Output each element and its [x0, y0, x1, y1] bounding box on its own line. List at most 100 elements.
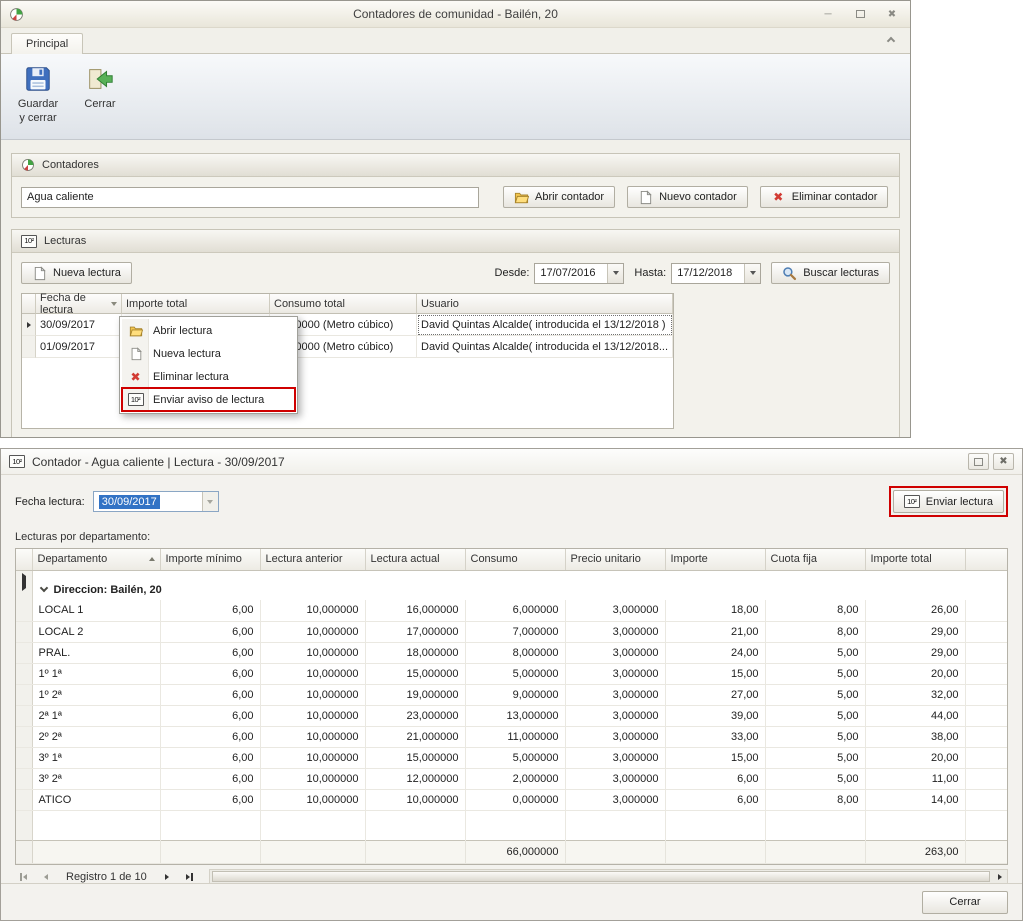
precio-unitario-cell[interactable]: 3,000000: [565, 747, 665, 768]
importe-minimo-cell[interactable]: 6,00: [160, 768, 260, 789]
menu-item-enviar-aviso-de-lectura[interactable]: 10² Enviar aviso de lectura: [122, 388, 295, 411]
importe-cell[interactable]: 24,00: [665, 642, 765, 663]
abrir-contador-button[interactable]: Abrir contador: [503, 186, 615, 208]
precio-unitario-cell[interactable]: 3,000000: [565, 663, 665, 684]
departamento-row[interactable]: 3º 1ª 6,00 10,000000 15,000000 5,000000 …: [16, 747, 1007, 768]
departamento-row[interactable]: PRAL. 6,00 10,000000 18,000000 8,000000 …: [16, 642, 1007, 663]
cuota-fija-cell[interactable]: 5,00: [765, 747, 865, 768]
col-departamento[interactable]: Departamento: [32, 549, 160, 570]
cuota-fija-cell[interactable]: 8,00: [765, 600, 865, 621]
departamento-cell[interactable]: 3º 2ª: [32, 768, 160, 789]
importe-cell[interactable]: 33,00: [665, 726, 765, 747]
filter-icon[interactable]: [111, 302, 117, 306]
departamento-cell[interactable]: 1º 1ª: [32, 663, 160, 684]
maximize-button[interactable]: [968, 453, 989, 470]
importe-minimo-cell[interactable]: 6,00: [160, 789, 260, 810]
departamento-cell[interactable]: 3º 1ª: [32, 747, 160, 768]
importe-cell[interactable]: 39,00: [665, 705, 765, 726]
col-importe-total[interactable]: Importe total: [865, 549, 965, 570]
importe-total-cell[interactable]: 14,00: [865, 789, 965, 810]
cuota-fija-cell[interactable]: 5,00: [765, 705, 865, 726]
group-row[interactable]: Direccion: Bailén, 20: [16, 570, 1007, 600]
importe-total-cell[interactable]: 20,00: [865, 663, 965, 684]
col-consumo[interactable]: Consumo: [465, 549, 565, 570]
departamento-cell[interactable]: PRAL.: [32, 642, 160, 663]
importe-total-cell[interactable]: 32,00: [865, 684, 965, 705]
importe-total-cell[interactable]: 20,00: [865, 747, 965, 768]
eliminar-contador-button[interactable]: ✖ Eliminar contador: [760, 186, 889, 208]
nuevo-contador-button[interactable]: Nuevo contador: [627, 186, 748, 208]
departamento-row[interactable]: ATICO 6,00 10,000000 10,000000 0,000000 …: [16, 789, 1007, 810]
titlebar[interactable]: Contadores de comunidad - Bailén, 20 ─ ✖: [1, 1, 910, 28]
importe-total-cell[interactable]: 26,00: [865, 600, 965, 621]
importe-minimo-cell[interactable]: 6,00: [160, 642, 260, 663]
cuota-fija-cell[interactable]: 5,00: [765, 663, 865, 684]
importe-minimo-cell[interactable]: 6,00: [160, 726, 260, 747]
importe-total-cell[interactable]: 29,00: [865, 621, 965, 642]
importe-minimo-cell[interactable]: 6,00: [160, 621, 260, 642]
fecha-cell[interactable]: 30/09/2017: [36, 314, 122, 336]
lectura-anterior-cell[interactable]: 10,000000: [260, 726, 365, 747]
consumo-cell[interactable]: 8,000000: [465, 642, 565, 663]
fecha-lectura-input[interactable]: 30/09/2017: [93, 491, 219, 512]
consumo-cell[interactable]: 6,000000: [465, 600, 565, 621]
nueva-lectura-button[interactable]: Nueva lectura: [21, 262, 132, 284]
lectura-anterior-cell[interactable]: 10,000000: [260, 747, 365, 768]
horizontal-scrollbar[interactable]: [209, 869, 1008, 884]
cuota-fija-cell[interactable]: 8,00: [765, 621, 865, 642]
importe-total-cell[interactable]: 29,00: [865, 642, 965, 663]
lectura-actual-cell[interactable]: 21,000000: [365, 726, 465, 747]
col-consumo-total[interactable]: Consumo total: [270, 294, 417, 314]
dropdown-icon[interactable]: [202, 492, 218, 511]
cuota-fija-cell[interactable]: 5,00: [765, 642, 865, 663]
contador-name-input[interactable]: Agua caliente: [21, 187, 479, 208]
scrollbar-thumb[interactable]: [212, 871, 990, 882]
lectura-actual-cell[interactable]: 15,000000: [365, 747, 465, 768]
last-record-button[interactable]: [181, 869, 198, 884]
importe-cell[interactable]: 21,00: [665, 621, 765, 642]
departamento-cell[interactable]: LOCAL 1: [32, 600, 160, 621]
enviar-lectura-button[interactable]: 10² Enviar lectura: [893, 490, 1004, 513]
col-lectura-actual[interactable]: Lectura actual: [365, 549, 465, 570]
hasta-date-input[interactable]: 17/12/2018: [671, 263, 761, 284]
precio-unitario-cell[interactable]: 3,000000: [565, 705, 665, 726]
cuota-fija-cell[interactable]: 5,00: [765, 726, 865, 747]
col-importe-total[interactable]: Importe total: [122, 294, 270, 314]
precio-unitario-cell[interactable]: 3,000000: [565, 684, 665, 705]
col-cuota-fija[interactable]: Cuota fija: [765, 549, 865, 570]
importe-cell[interactable]: 15,00: [665, 747, 765, 768]
precio-unitario-cell[interactable]: 3,000000: [565, 642, 665, 663]
importe-cell[interactable]: 15,00: [665, 663, 765, 684]
departamento-row[interactable]: 1º 2ª 6,00 10,000000 19,000000 9,000000 …: [16, 684, 1007, 705]
usuario-cell[interactable]: David Quintas Alcalde( introducida el 13…: [417, 336, 673, 358]
tab-principal[interactable]: Principal: [11, 33, 83, 54]
departamento-row[interactable]: LOCAL 2 6,00 10,000000 17,000000 7,00000…: [16, 621, 1007, 642]
cerrar-button[interactable]: Cerrar: [922, 891, 1008, 914]
col-usuario[interactable]: Usuario: [417, 294, 673, 314]
lectura-anterior-cell[interactable]: 10,000000: [260, 642, 365, 663]
departamento-row[interactable]: LOCAL 1 6,00 10,000000 16,000000 6,00000…: [16, 600, 1007, 621]
cerrar-ribbon-button[interactable]: Cerrar: [73, 60, 127, 116]
usuario-cell[interactable]: David Quintas Alcalde( introducida el 13…: [417, 314, 673, 336]
lectura-actual-cell[interactable]: 10,000000: [365, 789, 465, 810]
lectura-actual-cell[interactable]: 17,000000: [365, 621, 465, 642]
col-lectura-anterior[interactable]: Lectura anterior: [260, 549, 365, 570]
importe-total-cell[interactable]: 44,00: [865, 705, 965, 726]
menu-item-abrir-lectura[interactable]: Abrir lectura: [122, 319, 295, 342]
col-fecha-de-lectura[interactable]: Fecha de lectura: [36, 294, 122, 314]
lectura-anterior-cell[interactable]: 10,000000: [260, 663, 365, 684]
lectura-actual-cell[interactable]: 16,000000: [365, 600, 465, 621]
lectura-actual-cell[interactable]: 12,000000: [365, 768, 465, 789]
departamento-row[interactable]: 1º 1ª 6,00 10,000000 15,000000 5,000000 …: [16, 663, 1007, 684]
importe-cell[interactable]: 27,00: [665, 684, 765, 705]
consumo-cell[interactable]: 13,000000: [465, 705, 565, 726]
scroll-right-icon[interactable]: [992, 870, 1007, 883]
precio-unitario-cell[interactable]: 3,000000: [565, 789, 665, 810]
departamento-cell[interactable]: 2º 2ª: [32, 726, 160, 747]
importe-total-cell[interactable]: 38,00: [865, 726, 965, 747]
consumo-cell[interactable]: 5,000000: [465, 747, 565, 768]
close-button[interactable]: ✖: [882, 6, 902, 22]
lectura-anterior-cell[interactable]: 10,000000: [260, 684, 365, 705]
importe-total-cell[interactable]: 11,00: [865, 768, 965, 789]
importe-cell[interactable]: 6,00: [665, 789, 765, 810]
